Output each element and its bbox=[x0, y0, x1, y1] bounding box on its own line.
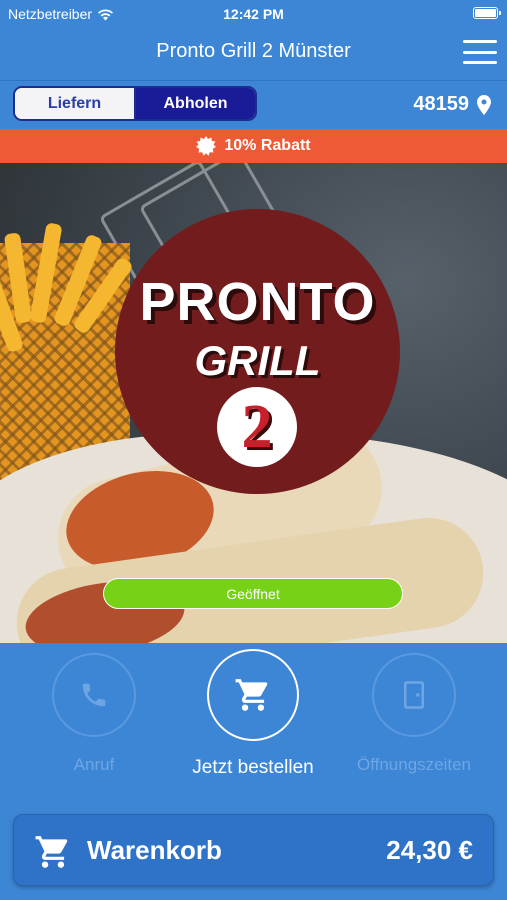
order-now-circle[interactable] bbox=[207, 649, 299, 741]
battery-icon bbox=[473, 7, 501, 19]
clock: 12:42 PM bbox=[223, 6, 284, 22]
cart-total: 24,30 € bbox=[386, 835, 473, 865]
cart-icon bbox=[235, 679, 268, 711]
hamburger-menu-icon[interactable] bbox=[463, 40, 497, 64]
discount-label: 10% Rabatt bbox=[224, 137, 311, 154]
discount-banner: 10% Rabatt bbox=[0, 129, 507, 163]
opening-hours-circle[interactable] bbox=[372, 653, 456, 737]
logo-text-grill: GRILL bbox=[194, 337, 321, 384]
call-button-circle[interactable] bbox=[52, 653, 136, 737]
open-status-badge: Geöffnet bbox=[103, 578, 403, 609]
opening-hours-button[interactable]: Öffnungszeiten bbox=[344, 653, 484, 775]
order-mode-bar: Liefern Abholen 48159 bbox=[0, 80, 507, 129]
action-bar: Anruf Jetzt bestellen Öffnungszeiten bbox=[0, 643, 507, 813]
call-label: Anruf bbox=[73, 755, 115, 774]
discount-badge-icon bbox=[196, 136, 217, 156]
call-button[interactable]: Anruf bbox=[24, 653, 164, 775]
logo-number-badge: 2 bbox=[217, 387, 297, 467]
logo-text-pronto: PRONTO bbox=[139, 272, 376, 332]
tab-liefern[interactable]: Liefern bbox=[15, 88, 136, 119]
status-bar: Netzbetreiber 12:42 PM bbox=[0, 0, 507, 28]
cart-icon bbox=[35, 836, 68, 868]
cart-button[interactable]: Warenkorb 24,30 € bbox=[13, 814, 494, 886]
cart-label: Warenkorb bbox=[87, 835, 222, 865]
phone-icon bbox=[82, 683, 106, 707]
door-icon bbox=[404, 681, 424, 709]
order-now-label: Jetzt bestellen bbox=[192, 757, 314, 778]
tab-abholen[interactable]: Abholen bbox=[136, 88, 255, 119]
order-now-button[interactable]: Jetzt bestellen bbox=[183, 649, 323, 779]
order-mode-toggle: Liefern Abholen bbox=[13, 86, 257, 121]
restaurant-logo: PRONTO GRILL 2 bbox=[115, 209, 400, 494]
location-pin-icon bbox=[477, 94, 491, 115]
location-selector[interactable]: 48159 bbox=[413, 93, 491, 116]
opening-hours-label: Öffnungszeiten bbox=[356, 755, 472, 774]
top-bar: Pronto Grill 2 Münster bbox=[0, 28, 507, 78]
page-title: Pronto Grill 2 Münster bbox=[156, 40, 351, 62]
postal-code: 48159 bbox=[413, 93, 469, 115]
